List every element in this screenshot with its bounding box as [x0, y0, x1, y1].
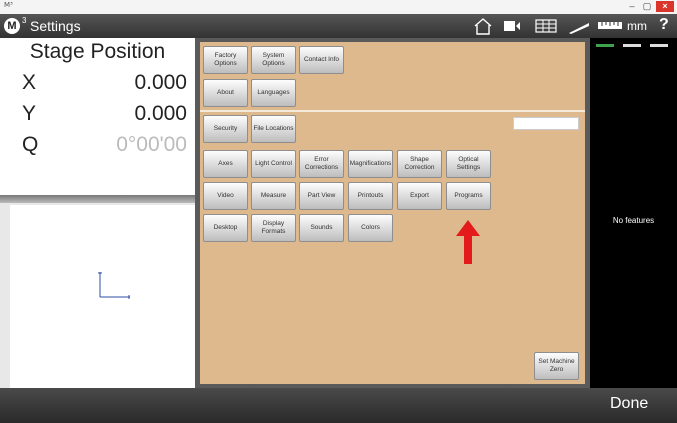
home-icon[interactable]	[473, 17, 493, 35]
feature-tab-indicator[interactable]	[623, 44, 641, 47]
done-button[interactable]: Done	[610, 395, 648, 413]
error-corrections-button[interactable]: Error Corrections	[299, 150, 344, 178]
table-icon[interactable]	[535, 17, 557, 35]
settings-input[interactable]	[513, 117, 579, 130]
colors-button[interactable]: Colors	[348, 214, 393, 242]
feature-list-panel[interactable]: No features	[590, 38, 677, 388]
stage-position-panel: Stage Position X 0.000 Y 0.000 Q 0°00'00	[0, 38, 195, 198]
part-view-panel[interactable]	[10, 205, 195, 388]
factory-options-button[interactable]: Factory Options	[203, 46, 248, 74]
dro-axis-value: 0.000	[134, 71, 187, 94]
bottom-bar: Done	[0, 388, 677, 423]
printouts-button[interactable]: Printouts	[348, 182, 393, 210]
sounds-button[interactable]: Sounds	[299, 214, 344, 242]
close-button[interactable]: ×	[656, 1, 674, 12]
security-button[interactable]: Security	[203, 115, 248, 143]
system-options-button[interactable]: System Options	[251, 46, 296, 74]
measure-button[interactable]: Measure	[251, 182, 296, 210]
window-titlebar: M³ – ▢ ×	[0, 0, 677, 15]
dro-axis-value: 0.000	[134, 102, 187, 125]
probe-icon[interactable]	[568, 17, 590, 35]
axes-button[interactable]: Axes	[203, 150, 248, 178]
axes-icon	[98, 272, 130, 299]
maximize-button[interactable]: ▢	[640, 1, 654, 12]
dro-axis-label: Q	[22, 133, 39, 156]
dro-row-q: Q 0°00'00	[0, 133, 195, 163]
optical-settings-button[interactable]: Optical Settings	[446, 150, 491, 178]
part-view-button[interactable]: Part View	[299, 182, 344, 210]
desktop-button[interactable]: Desktop	[203, 214, 248, 242]
feature-tab-indicator[interactable]	[650, 44, 668, 47]
no-features-label: No features	[612, 216, 655, 225]
shape-correction-button[interactable]: Shape Correction	[397, 150, 442, 178]
set-machine-zero-button[interactable]: Set Machine Zero	[534, 352, 579, 380]
app-logo-superscript: 3	[22, 16, 27, 25]
dro-axis-value: 0°00'00	[116, 133, 187, 156]
export-button[interactable]: Export	[397, 182, 442, 210]
magnifications-button[interactable]: Magnifications	[348, 150, 393, 178]
file-locations-button[interactable]: File Locations	[251, 115, 296, 143]
stage-position-title: Stage Position	[29, 40, 166, 63]
help-button[interactable]: ?	[659, 16, 669, 34]
about-button[interactable]: About	[203, 79, 248, 107]
languages-button[interactable]: Languages	[251, 79, 296, 107]
dro-row-y: Y 0.000	[0, 102, 195, 132]
feature-tab-indicator[interactable]	[596, 44, 614, 47]
ruler-icon[interactable]	[597, 17, 623, 35]
app-header: M 3 Settings mm ?	[0, 14, 677, 38]
video-button[interactable]: Video	[203, 182, 248, 210]
dro-row-x: X 0.000	[0, 71, 195, 101]
dro-axis-label: X	[22, 71, 37, 94]
units-label[interactable]: mm	[627, 19, 647, 33]
programs-button[interactable]: Programs	[446, 182, 491, 210]
dro-axis-label: Y	[22, 102, 37, 125]
display-formats-button[interactable]: Display Formats	[251, 214, 296, 242]
contact-info-button[interactable]: Contact Info	[299, 46, 344, 74]
panel-splitter[interactable]	[0, 195, 195, 203]
page-title: Settings	[30, 18, 81, 34]
light-control-button[interactable]: Light Control	[251, 150, 296, 178]
video-icon[interactable]	[503, 17, 523, 35]
window-app-label: M³	[4, 1, 13, 9]
settings-divider	[200, 110, 585, 112]
app-logo: M	[4, 18, 20, 34]
arrow-up-icon	[456, 220, 480, 264]
minimize-button[interactable]: –	[625, 1, 639, 12]
